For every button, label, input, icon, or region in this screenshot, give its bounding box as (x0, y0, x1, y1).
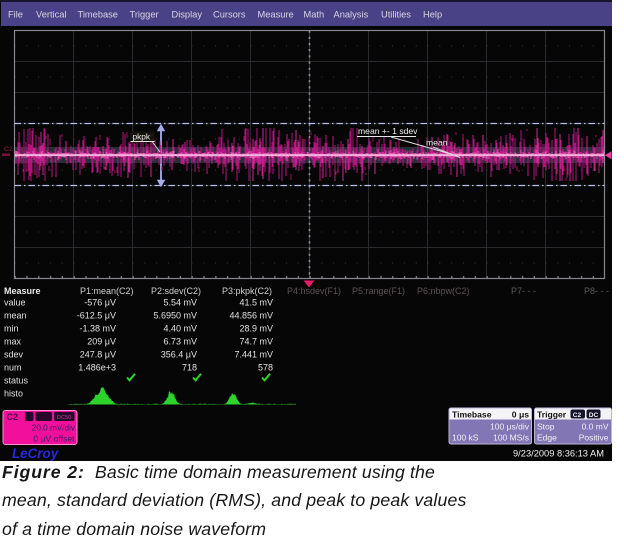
svg-text:Positive: Positive (579, 433, 609, 443)
svg-text:min: min (4, 324, 19, 334)
svg-text:P2:sdev(C2): P2:sdev(C2) (151, 286, 201, 296)
svg-text:-576 μV: -576 μV (84, 298, 116, 308)
svg-text:-1.38 mV: -1.38 mV (79, 324, 116, 334)
svg-text:P7- - -: P7- - - (511, 286, 536, 296)
svg-text:100 μs/div: 100 μs/div (490, 422, 530, 432)
svg-text:7.441 mV: 7.441 mV (234, 350, 273, 360)
svg-text:20.0 mV/div: 20.0 mV/div (32, 424, 76, 433)
svg-text:P5:range(F1): P5:range(F1) (352, 286, 405, 296)
svg-text:Analysis: Analysis (334, 9, 369, 19)
svg-text:5.54 mV: 5.54 mV (163, 298, 197, 308)
svg-text:Measure: Measure (258, 9, 294, 19)
svg-text:74.7 mV: 74.7 mV (239, 337, 273, 347)
svg-text:5.6950 mV: 5.6950 mV (153, 311, 197, 321)
svg-text:0 μs: 0 μs (512, 409, 529, 419)
svg-text:sdev: sdev (4, 350, 24, 360)
svg-text:P3:pkpk(C2): P3:pkpk(C2) (222, 286, 272, 296)
svg-text:mean: mean (426, 138, 448, 148)
svg-text:9/23/2009 8:36:13 AM: 9/23/2009 8:36:13 AM (513, 448, 604, 458)
svg-text:41.5 mV: 41.5 mV (239, 298, 273, 308)
svg-text:Trigger: Trigger (130, 9, 159, 19)
svg-text:P8- - -: P8- - - (584, 286, 609, 296)
svg-text:247.8 μV: 247.8 μV (80, 350, 116, 360)
svg-text:0.0 mV: 0.0 mV (582, 422, 609, 432)
svg-text:Cursors: Cursors (213, 9, 246, 19)
svg-text:209 μV: 209 μV (87, 337, 116, 347)
svg-text:num: num (4, 363, 22, 373)
svg-text:578: 578 (258, 363, 273, 373)
svg-text:value: value (4, 298, 26, 308)
svg-text:P4:hsdev(F1): P4:hsdev(F1) (287, 286, 341, 296)
svg-text:histo: histo (4, 389, 23, 399)
svg-text:max: max (4, 337, 22, 347)
svg-text:100 kS: 100 kS (452, 433, 479, 443)
svg-text:-612.5 μV: -612.5 μV (77, 311, 116, 321)
svg-text:28.9 mV: 28.9 mV (239, 324, 273, 334)
svg-text:C2: C2 (7, 412, 19, 422)
svg-text:Stop: Stop (537, 422, 555, 432)
svg-text:1.486e+3: 1.486e+3 (78, 363, 116, 373)
svg-text:Display: Display (172, 9, 203, 19)
svg-text:P1:mean(C2): P1:mean(C2) (80, 286, 134, 296)
svg-text:mean +- 1 sdev: mean +- 1 sdev (358, 126, 418, 136)
svg-text:100 MS/s: 100 MS/s (493, 433, 529, 443)
svg-text:718: 718 (182, 363, 197, 373)
svg-text:pkpk: pkpk (133, 131, 151, 141)
svg-text:44.856 mV: 44.856 mV (229, 311, 273, 321)
svg-text:P6:nbpw(C2): P6:nbpw(C2) (417, 286, 470, 296)
svg-text:Edge: Edge (537, 433, 557, 443)
svg-text:DC: DC (589, 412, 599, 419)
svg-text:mean: mean (4, 311, 27, 321)
svg-text:status: status (4, 376, 29, 386)
svg-text:File: File (8, 9, 23, 19)
svg-text:C2: C2 (4, 146, 13, 153)
svg-text:Help: Help (423, 9, 442, 19)
svg-text:C2: C2 (573, 412, 582, 419)
svg-text:4.40 mV: 4.40 mV (163, 324, 197, 334)
svg-text:Math: Math (304, 9, 325, 19)
svg-text:Measure: Measure (4, 286, 41, 296)
svg-text:6.73 mV: 6.73 mV (163, 337, 197, 347)
svg-text:Timebase: Timebase (452, 409, 492, 419)
svg-text:Utilities: Utilities (381, 9, 411, 19)
svg-text:Timebase: Timebase (78, 9, 118, 19)
svg-text:Vertical: Vertical (36, 9, 67, 19)
svg-text:DC50: DC50 (57, 415, 71, 421)
svg-text:0 μV offset: 0 μV offset (33, 434, 75, 444)
svg-text:356.4 μV: 356.4 μV (161, 350, 197, 360)
svg-text:Trigger: Trigger (537, 409, 567, 419)
